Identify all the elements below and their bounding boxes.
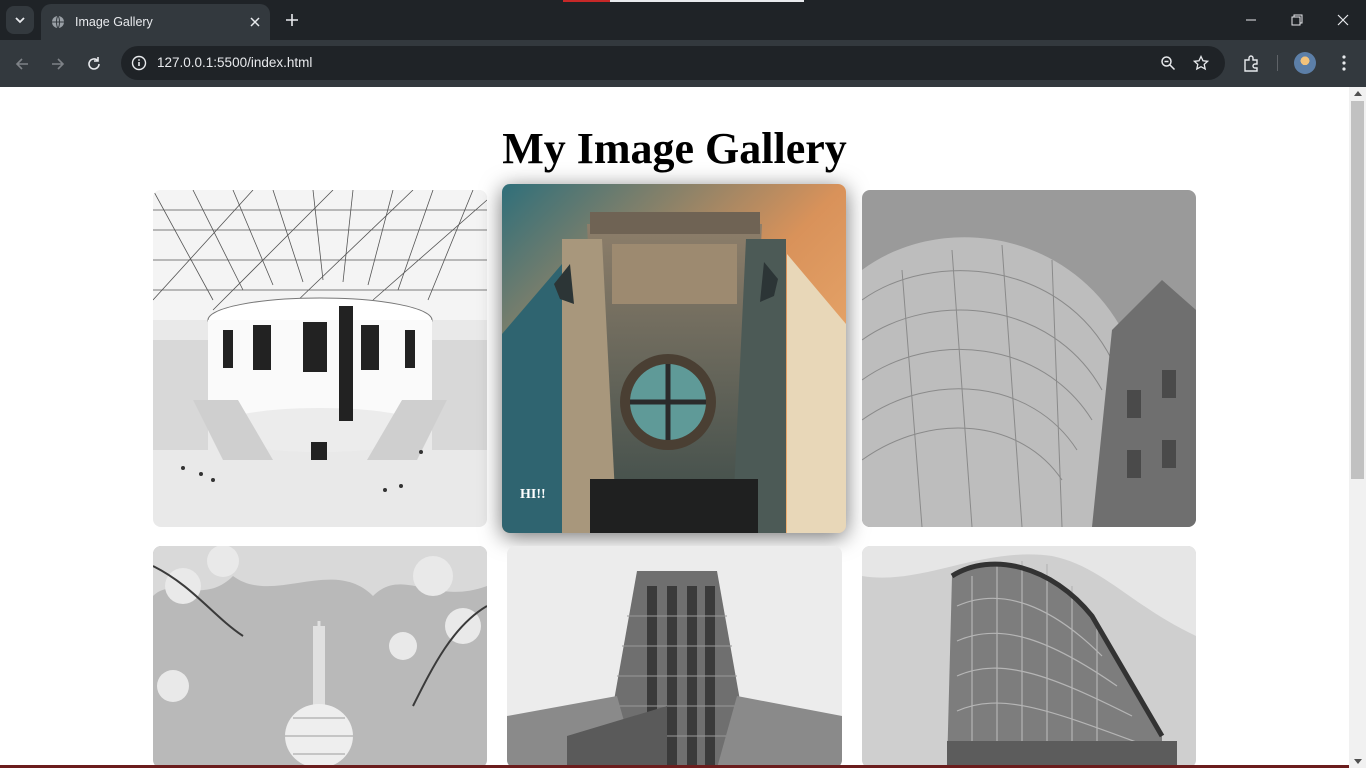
- forward-arrow-icon: [52, 58, 65, 70]
- extensions-icon[interactable]: [1239, 51, 1263, 75]
- image-caption: HI!!: [520, 487, 546, 502]
- forward-button[interactable]: [45, 51, 71, 77]
- toolbar-separator: [1277, 55, 1278, 71]
- gallery-image-5[interactable]: [507, 546, 842, 768]
- vertical-scrollbar[interactable]: [1349, 87, 1366, 768]
- gallery-image-6[interactable]: [862, 546, 1196, 768]
- reload-button[interactable]: [81, 51, 107, 77]
- minimize-icon: [1246, 19, 1256, 21]
- minimize-button[interactable]: [1228, 0, 1274, 40]
- page-viewport: My Image Gallery HI!!: [0, 87, 1349, 768]
- close-icon[interactable]: [245, 12, 265, 32]
- media-indicator-bar: [563, 0, 804, 2]
- back-arrow-icon: [15, 58, 28, 70]
- plus-icon: [286, 14, 298, 26]
- gallery-image-4[interactable]: [153, 546, 487, 768]
- scroll-down-arrow-icon[interactable]: [1354, 759, 1362, 764]
- tab-title: Image Gallery: [75, 15, 153, 29]
- window-close-icon: [1337, 14, 1349, 26]
- url-text[interactable]: 127.0.0.1:5500/index.html: [157, 55, 312, 70]
- window-close-button[interactable]: [1320, 0, 1366, 40]
- more-menu-icon[interactable]: [1332, 51, 1356, 75]
- profile-avatar[interactable]: [1294, 52, 1316, 74]
- restore-icon: [1291, 14, 1303, 26]
- page-title: My Image Gallery: [502, 124, 847, 173]
- tab-list-button[interactable]: [6, 6, 34, 34]
- gallery-image-3[interactable]: [862, 190, 1196, 527]
- globe-icon: [51, 15, 65, 29]
- restore-button[interactable]: [1274, 0, 1320, 40]
- site-info-icon[interactable]: [129, 53, 149, 73]
- chevron-down-icon: [15, 17, 25, 24]
- star-icon[interactable]: [1191, 53, 1211, 73]
- gallery-image-1[interactable]: [153, 190, 487, 527]
- back-button[interactable]: [9, 51, 35, 77]
- scrollbar-thumb[interactable]: [1351, 101, 1364, 479]
- gallery-image-2[interactable]: HI!!: [502, 184, 846, 533]
- scroll-up-arrow-icon[interactable]: [1354, 91, 1362, 96]
- address-bar[interactable]: 127.0.0.1:5500/index.html: [121, 46, 1225, 80]
- tab-strip: Image Gallery: [0, 0, 1366, 40]
- zoom-icon[interactable]: [1158, 53, 1178, 73]
- tab-image-gallery[interactable]: Image Gallery: [41, 4, 270, 40]
- reload-icon: [88, 57, 100, 70]
- new-tab-button[interactable]: [280, 8, 304, 32]
